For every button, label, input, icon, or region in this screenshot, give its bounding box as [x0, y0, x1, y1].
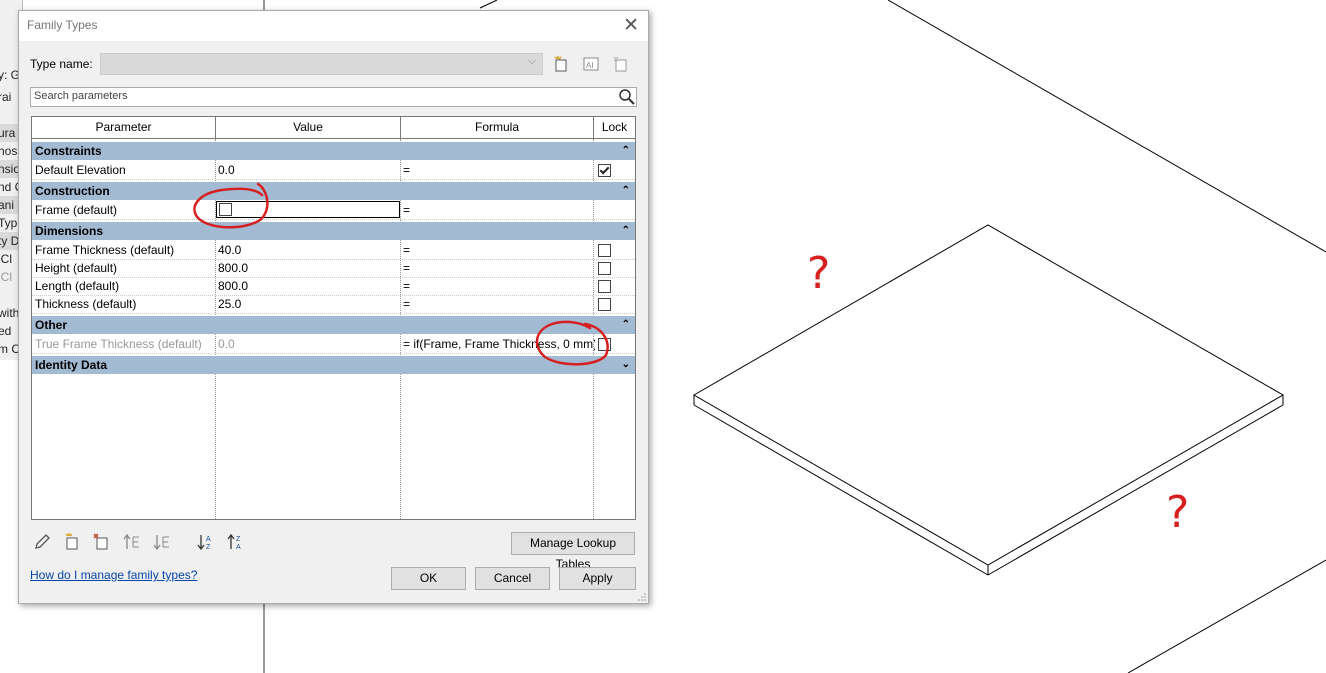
delete-type-icon[interactable]	[613, 56, 629, 72]
collapse-icon[interactable]: ⌃	[622, 222, 630, 240]
rename-type-icon[interactable]: AI	[583, 56, 599, 72]
manage-lookup-tables-button[interactable]: Manage Lookup Tables	[511, 532, 635, 571]
parameter-value[interactable]: 800.0	[218, 259, 398, 277]
table-row[interactable]: Frame Thickness (default) 40.0 =	[32, 241, 635, 260]
parameter-formula[interactable]: = if(Frame, Frame Thickness, 0 mm)	[403, 335, 595, 353]
parameter-name: True Frame Thickness (default)	[35, 337, 202, 351]
close-icon[interactable]: ✕	[623, 14, 639, 37]
collapse-icon[interactable]: ⌃	[622, 316, 630, 334]
collapse-icon[interactable]: ⌃	[622, 142, 630, 160]
group-header-dimensions[interactable]: Dimensions ⌃	[32, 222, 635, 240]
group-header-identity-data[interactable]: Identity Data ⌄	[32, 356, 635, 374]
background-plane-edge	[1127, 559, 1326, 673]
group-header-constraints[interactable]: Constraints ⌃	[32, 142, 635, 160]
resize-grip-icon[interactable]	[638, 593, 646, 601]
column-header-value[interactable]: Value	[216, 117, 401, 139]
parameter-value[interactable]: 0.0	[218, 161, 398, 179]
lock-checkbox[interactable]	[598, 244, 611, 257]
background-plane-edge	[479, 0, 498, 9]
lock-checkbox[interactable]	[598, 280, 611, 293]
parameters-table: Parameter Value Formula Lock Constraints…	[31, 116, 636, 520]
parameter-name: Height (default)	[35, 261, 118, 275]
lock-checkbox[interactable]	[598, 262, 611, 275]
parameter-value[interactable]: 800.0	[218, 277, 398, 295]
move-down-icon[interactable]	[153, 533, 171, 551]
svg-text:Z: Z	[206, 544, 211, 551]
parameter-name: Thickness (default)	[35, 297, 137, 311]
edit-parameter-icon[interactable]	[33, 533, 51, 551]
frame-value-editor[interactable]	[216, 201, 400, 218]
lock-checkbox[interactable]	[598, 164, 611, 177]
type-name-label: Type name:	[30, 57, 93, 71]
svg-text:Z: Z	[236, 536, 241, 543]
apply-button[interactable]: Apply	[559, 567, 636, 590]
group-title: Other	[35, 318, 68, 332]
column-header-lock[interactable]: Lock	[594, 117, 635, 139]
move-up-icon[interactable]	[123, 533, 141, 551]
group-title: Constraints	[35, 144, 102, 158]
expand-icon[interactable]: ⌄	[622, 356, 630, 374]
group-title: Dimensions	[35, 224, 104, 238]
table-row[interactable]: Frame (default) =	[32, 201, 635, 220]
new-type-icon[interactable]	[553, 56, 569, 72]
svg-text:A: A	[236, 544, 241, 551]
new-parameter-icon[interactable]	[63, 533, 81, 551]
background-plane-edge	[887, 0, 1326, 253]
ok-button[interactable]: OK	[391, 567, 466, 590]
panel-3d-model	[693, 224, 1285, 576]
table-row[interactable]: Default Elevation 0.0 =	[32, 161, 635, 180]
svg-text:A: A	[206, 536, 211, 543]
collapse-icon[interactable]: ⌃	[622, 182, 630, 200]
parameter-formula[interactable]: =	[403, 241, 595, 259]
table-row[interactable]: Height (default) 800.0 =	[32, 259, 635, 278]
parameter-name: Length (default)	[35, 279, 120, 293]
table-row[interactable]: Length (default) 800.0 =	[32, 277, 635, 296]
search-placeholder: Search parameters	[34, 90, 128, 102]
parameter-formula[interactable]: =	[403, 295, 595, 313]
parameter-value: 0.0	[218, 337, 235, 351]
group-header-construction[interactable]: Construction ⌃	[32, 182, 635, 200]
group-header-other[interactable]: Other ⌃	[32, 316, 635, 334]
search-parameters-input[interactable]: Search parameters	[30, 87, 637, 107]
lock-checkbox[interactable]	[598, 338, 611, 351]
lock-checkbox[interactable]	[598, 298, 611, 311]
parameter-formula[interactable]: =	[403, 259, 595, 277]
dialog-title: Family Types	[27, 18, 98, 32]
parameter-value[interactable]: 40.0	[218, 241, 398, 259]
parameter-value[interactable]: 25.0	[218, 295, 398, 313]
parameter-name: Default Elevation	[35, 163, 126, 177]
dialog-titlebar[interactable]: Family Types ✕	[19, 11, 648, 41]
parameter-formula[interactable]: =	[403, 277, 595, 295]
parameter-formula[interactable]: =	[403, 161, 595, 179]
group-title: Identity Data	[35, 358, 108, 372]
frame-yes-no-checkbox[interactable]	[219, 203, 232, 216]
parameter-formula[interactable]: =	[403, 201, 595, 219]
sort-descending-icon[interactable]: Z A	[227, 533, 245, 551]
chevron-down-icon: ⌵	[527, 55, 536, 67]
svg-text:AI: AI	[586, 61, 594, 70]
family-types-dialog: Family Types ✕ Type name: ⌵ AI Search pa…	[18, 10, 649, 604]
group-title: Construction	[35, 184, 110, 198]
parameter-name: Frame Thickness (default)	[35, 243, 175, 257]
help-link[interactable]: How do I manage family types?	[30, 568, 197, 582]
column-header-parameter[interactable]: Parameter	[32, 117, 216, 139]
column-header-formula[interactable]: Formula	[401, 117, 594, 139]
cancel-button[interactable]: Cancel	[475, 567, 550, 590]
table-row[interactable]: True Frame Thickness (default) 0.0 = if(…	[32, 335, 635, 354]
sort-ascending-icon[interactable]: A Z	[197, 533, 215, 551]
delete-parameter-icon[interactable]	[93, 533, 111, 551]
table-row[interactable]: Thickness (default) 25.0 =	[32, 295, 635, 314]
search-icon[interactable]	[618, 88, 636, 106]
type-name-dropdown[interactable]: ⌵	[100, 53, 543, 75]
parameter-name: Frame (default)	[35, 203, 118, 217]
